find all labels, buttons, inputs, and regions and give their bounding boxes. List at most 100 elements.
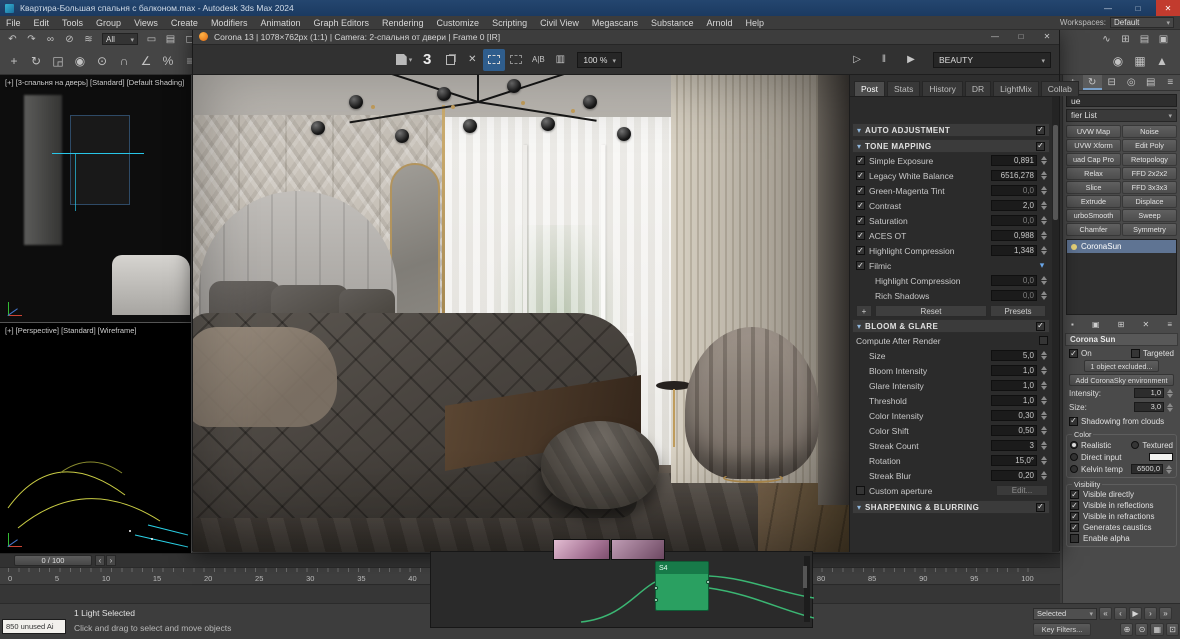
parameter-value[interactable]: 3	[991, 440, 1037, 451]
post-parameter-row[interactable]: Highlight Compression 1,348	[850, 243, 1052, 258]
spinner-arrows[interactable]	[1041, 456, 1048, 465]
visibility-checkbox[interactable]	[1070, 490, 1079, 499]
reset-button[interactable]: Reset	[875, 305, 987, 317]
clear-image-button[interactable]: ✕	[461, 49, 483, 71]
vfb-close-button[interactable]: ✕	[1037, 30, 1057, 44]
render-element-select[interactable]: BEAUTY	[933, 51, 1051, 68]
modifier-button[interactable]: Displace	[1122, 195, 1177, 208]
section-checkbox[interactable]	[1036, 502, 1045, 512]
modifier-button[interactable]: uad Cap Pro	[1066, 153, 1121, 166]
unlink-selection-icon[interactable]: ⊘	[61, 32, 78, 47]
vfb-maximize-button[interactable]: □	[1011, 30, 1031, 44]
spinner-arrows[interactable]	[1041, 216, 1048, 225]
spinner-arrows[interactable]	[1041, 291, 1048, 300]
schematic-view-icon[interactable]: ⊞	[1117, 32, 1134, 47]
viewport-label[interactable]: [+] [Perspective] [Standard] [Wireframe]	[5, 326, 137, 335]
intensity-value[interactable]: 1,0	[1134, 388, 1164, 398]
post-parameter-row[interactable]: Highlight Compression 0,0	[850, 273, 1052, 288]
section-checkbox[interactable]	[1036, 141, 1045, 151]
parameter-checkbox[interactable]	[856, 261, 865, 270]
parameter-value[interactable]: 0,0	[991, 185, 1037, 196]
parameter-value[interactable]: 0,20	[991, 470, 1037, 481]
post-parameter-row[interactable]: Rich Shadows 0,0	[850, 288, 1052, 303]
collapse-arrow-icon[interactable]	[857, 125, 861, 135]
material-node[interactable]: S4	[654, 561, 710, 611]
vfb-tab[interactable]: DR	[964, 81, 992, 96]
menu-item[interactable]: Civil View	[540, 18, 579, 28]
play-animation-icon[interactable]: ▶	[1129, 607, 1142, 620]
vfb-minimize-button[interactable]: —	[985, 30, 1005, 44]
presets-button[interactable]: Presets	[990, 305, 1046, 317]
parameter-checkbox[interactable]	[856, 201, 865, 210]
post-parameter-row[interactable]: Threshold 1,0	[850, 393, 1052, 408]
size-value[interactable]: 3,0	[1134, 402, 1164, 412]
parameter-value[interactable]: 5,0	[991, 350, 1037, 361]
shadowing-checkbox[interactable]	[1069, 416, 1078, 426]
post-parameter-row[interactable]: Legacy White Balance 6516,278	[850, 168, 1052, 183]
scene-explorer-icon[interactable]: ▤	[1136, 32, 1153, 47]
bind-to-space-warp-icon[interactable]: ≋	[80, 32, 97, 47]
visibility-checkbox[interactable]	[1070, 523, 1079, 532]
spinner-arrows[interactable]	[1167, 388, 1174, 398]
visibility-checkbox-row[interactable]: Enable alpha	[1070, 533, 1173, 544]
viewport-camera[interactable]: [+] [3-спальня на дверь] [Standard] [Def…	[0, 75, 192, 322]
parameter-checkbox[interactable]	[856, 216, 865, 225]
shadowing-checkbox-row[interactable]: Shadowing from clouds	[1063, 414, 1180, 428]
menu-item[interactable]: Graph Editors	[313, 18, 369, 28]
spinner-arrows[interactable]	[1041, 351, 1048, 360]
spinner-arrows[interactable]	[1041, 441, 1048, 450]
spinner-arrows[interactable]	[1041, 471, 1048, 480]
time-slider-handle[interactable]: 0 / 100	[14, 555, 92, 566]
vfb-tab[interactable]: History	[922, 81, 963, 96]
tab-motion[interactable]: ◎	[1122, 75, 1142, 90]
modifier-button[interactable]: UVW Map	[1066, 125, 1121, 138]
spinner-arrows[interactable]	[1041, 366, 1048, 375]
post-parameter-row[interactable]: Contrast 2,0	[850, 198, 1052, 213]
menu-item[interactable]: Megascans	[592, 18, 638, 28]
menu-item[interactable]: Group	[96, 18, 121, 28]
post-parameter-row[interactable]: Rotation 15,0°	[850, 453, 1052, 468]
node-input-port[interactable]	[654, 586, 658, 590]
post-parameter-row[interactable]: Filmic	[850, 258, 1052, 273]
sun-color-swatch[interactable]	[1149, 453, 1173, 461]
parameter-value[interactable]: 0,988	[991, 230, 1037, 241]
post-parameter-row[interactable]: Compute After Render	[850, 333, 1052, 348]
menu-item[interactable]: Views	[134, 18, 158, 28]
select-and-manipulate-icon[interactable]: ⊙	[92, 51, 112, 71]
scrollbar-thumb[interactable]	[803, 566, 807, 588]
section-checkbox[interactable]	[1036, 125, 1045, 135]
menu-item[interactable]: Edit	[34, 18, 50, 28]
spinner-arrows[interactable]	[1041, 246, 1048, 255]
parameter-value[interactable]: 0,50	[991, 425, 1037, 436]
parameter-checkbox[interactable]	[1039, 336, 1048, 345]
modifier-button[interactable]: Chamfer	[1066, 223, 1121, 236]
key-mode-select[interactable]: Selected	[1033, 607, 1097, 620]
post-parameter-row[interactable]: Saturation 0,0	[850, 213, 1052, 228]
parameter-value[interactable]: 0,891	[991, 155, 1037, 166]
vfb-tab[interactable]: LightMix	[993, 81, 1039, 96]
visibility-checkbox-row[interactable]: Visible in reflections	[1070, 500, 1173, 511]
visibility-checkbox[interactable]	[1070, 501, 1079, 510]
zoom-extents-icon[interactable]: ⊙	[1135, 623, 1149, 636]
curve-editor-icon[interactable]: ∿	[1098, 32, 1115, 47]
chevron-down-icon[interactable]	[1036, 260, 1048, 271]
viewport-perspective[interactable]: [+] [Perspective] [Standard] [Wireframe]	[0, 322, 192, 553]
remove-modifier-icon[interactable]: ✕	[1142, 320, 1149, 329]
spinner-arrows[interactable]	[1041, 186, 1048, 195]
parameter-value[interactable]: 2,0	[991, 200, 1037, 211]
zoom-select[interactable]: 100 %	[577, 51, 622, 68]
redo-icon[interactable]: ↷	[23, 32, 40, 47]
vfb-tab[interactable]: Post	[854, 81, 886, 96]
spinner-arrows[interactable]	[1041, 156, 1048, 165]
parameter-value[interactable]: 1,0	[991, 395, 1037, 406]
pin-stack-icon[interactable]: ▪	[1071, 320, 1074, 329]
render-setup-icon[interactable]: ▣	[1155, 32, 1172, 47]
modifier-button[interactable]: Relax	[1066, 167, 1121, 180]
close-button[interactable]: ✕	[1156, 0, 1180, 16]
parameter-checkbox[interactable]	[856, 171, 865, 180]
bloom-glare-header[interactable]: BLOOM & GLARE	[852, 319, 1050, 333]
modifier-button[interactable]: Symmetry	[1122, 223, 1177, 236]
modifier-button[interactable]: FFD 3x3x3	[1122, 181, 1177, 194]
select-and-scale-icon[interactable]: ◲	[48, 51, 68, 71]
maxscript-mini-listener[interactable]: 850 unused Ai	[2, 619, 66, 634]
